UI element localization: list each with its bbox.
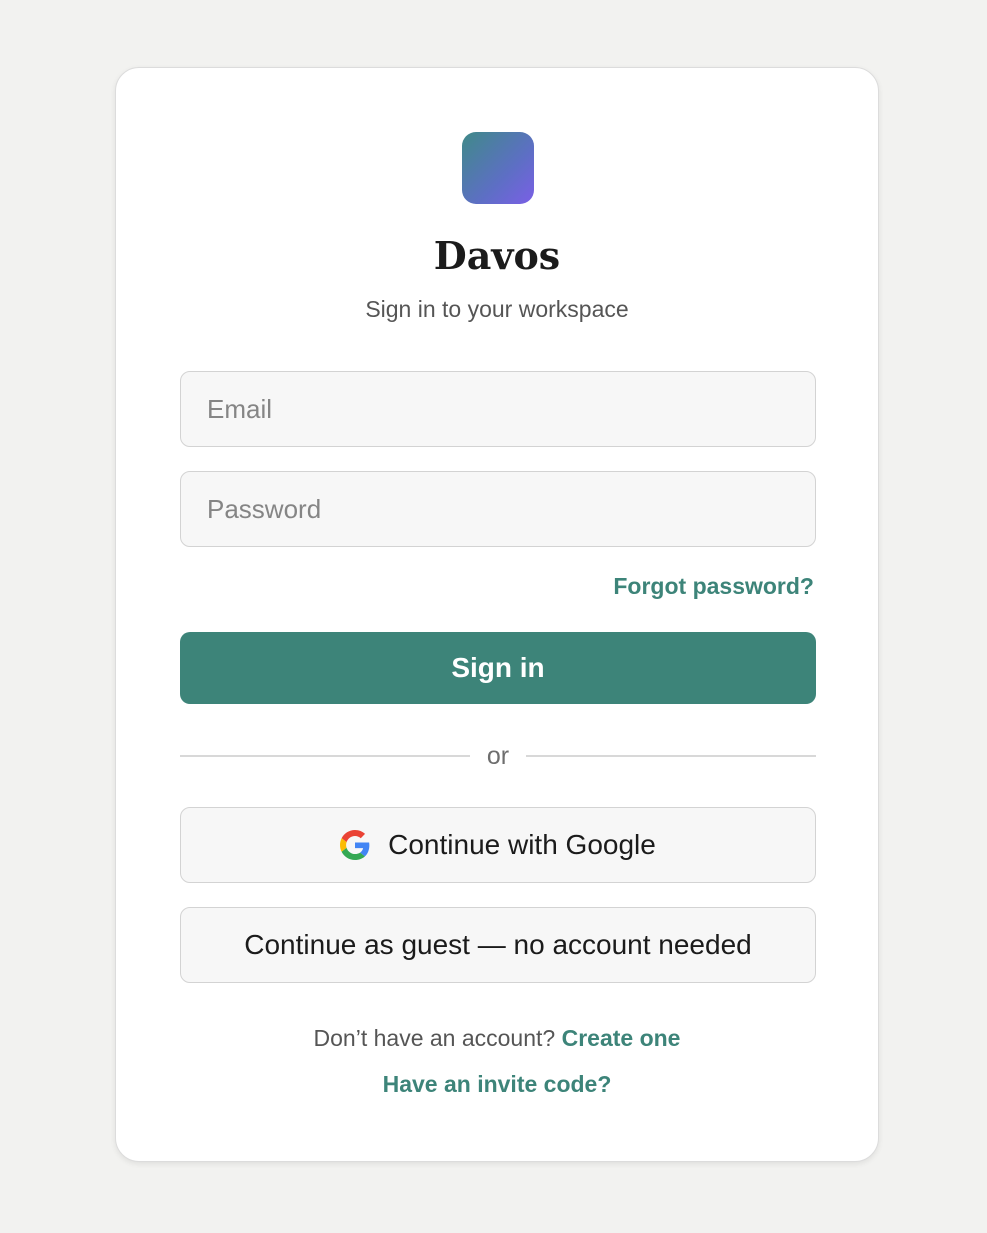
or-divider: or	[180, 740, 816, 772]
google-button-label: Continue with Google	[388, 829, 656, 860]
page-subtitle: Sign in to your workspace	[365, 296, 629, 322]
invite-code-link[interactable]: Have an invite code?	[383, 1071, 612, 1097]
signup-prompt: Don’t have an account? Create one	[116, 1022, 878, 1054]
password-field[interactable]	[180, 471, 816, 547]
invite-prompt: Have an invite code?	[116, 1068, 878, 1100]
create-account-link[interactable]: Create one	[562, 1025, 681, 1051]
sign-in-button[interactable]: Sign in	[180, 632, 816, 704]
forgot-password-link[interactable]: Forgot password?	[613, 570, 814, 602]
divider-line-right	[526, 755, 816, 757]
continue-with-google-button[interactable]: Continue with Google	[180, 807, 816, 883]
sign-in-card: Davos Sign in to your workspace Forgot p…	[115, 67, 879, 1162]
google-icon	[340, 830, 370, 860]
email-field[interactable]	[180, 371, 816, 447]
continue-as-guest-button[interactable]: Continue as guest — no account needed	[180, 907, 816, 983]
app-logo	[462, 132, 534, 204]
app-title: Davos	[433, 233, 561, 278]
no-account-text: Don’t have an account?	[313, 1025, 556, 1051]
